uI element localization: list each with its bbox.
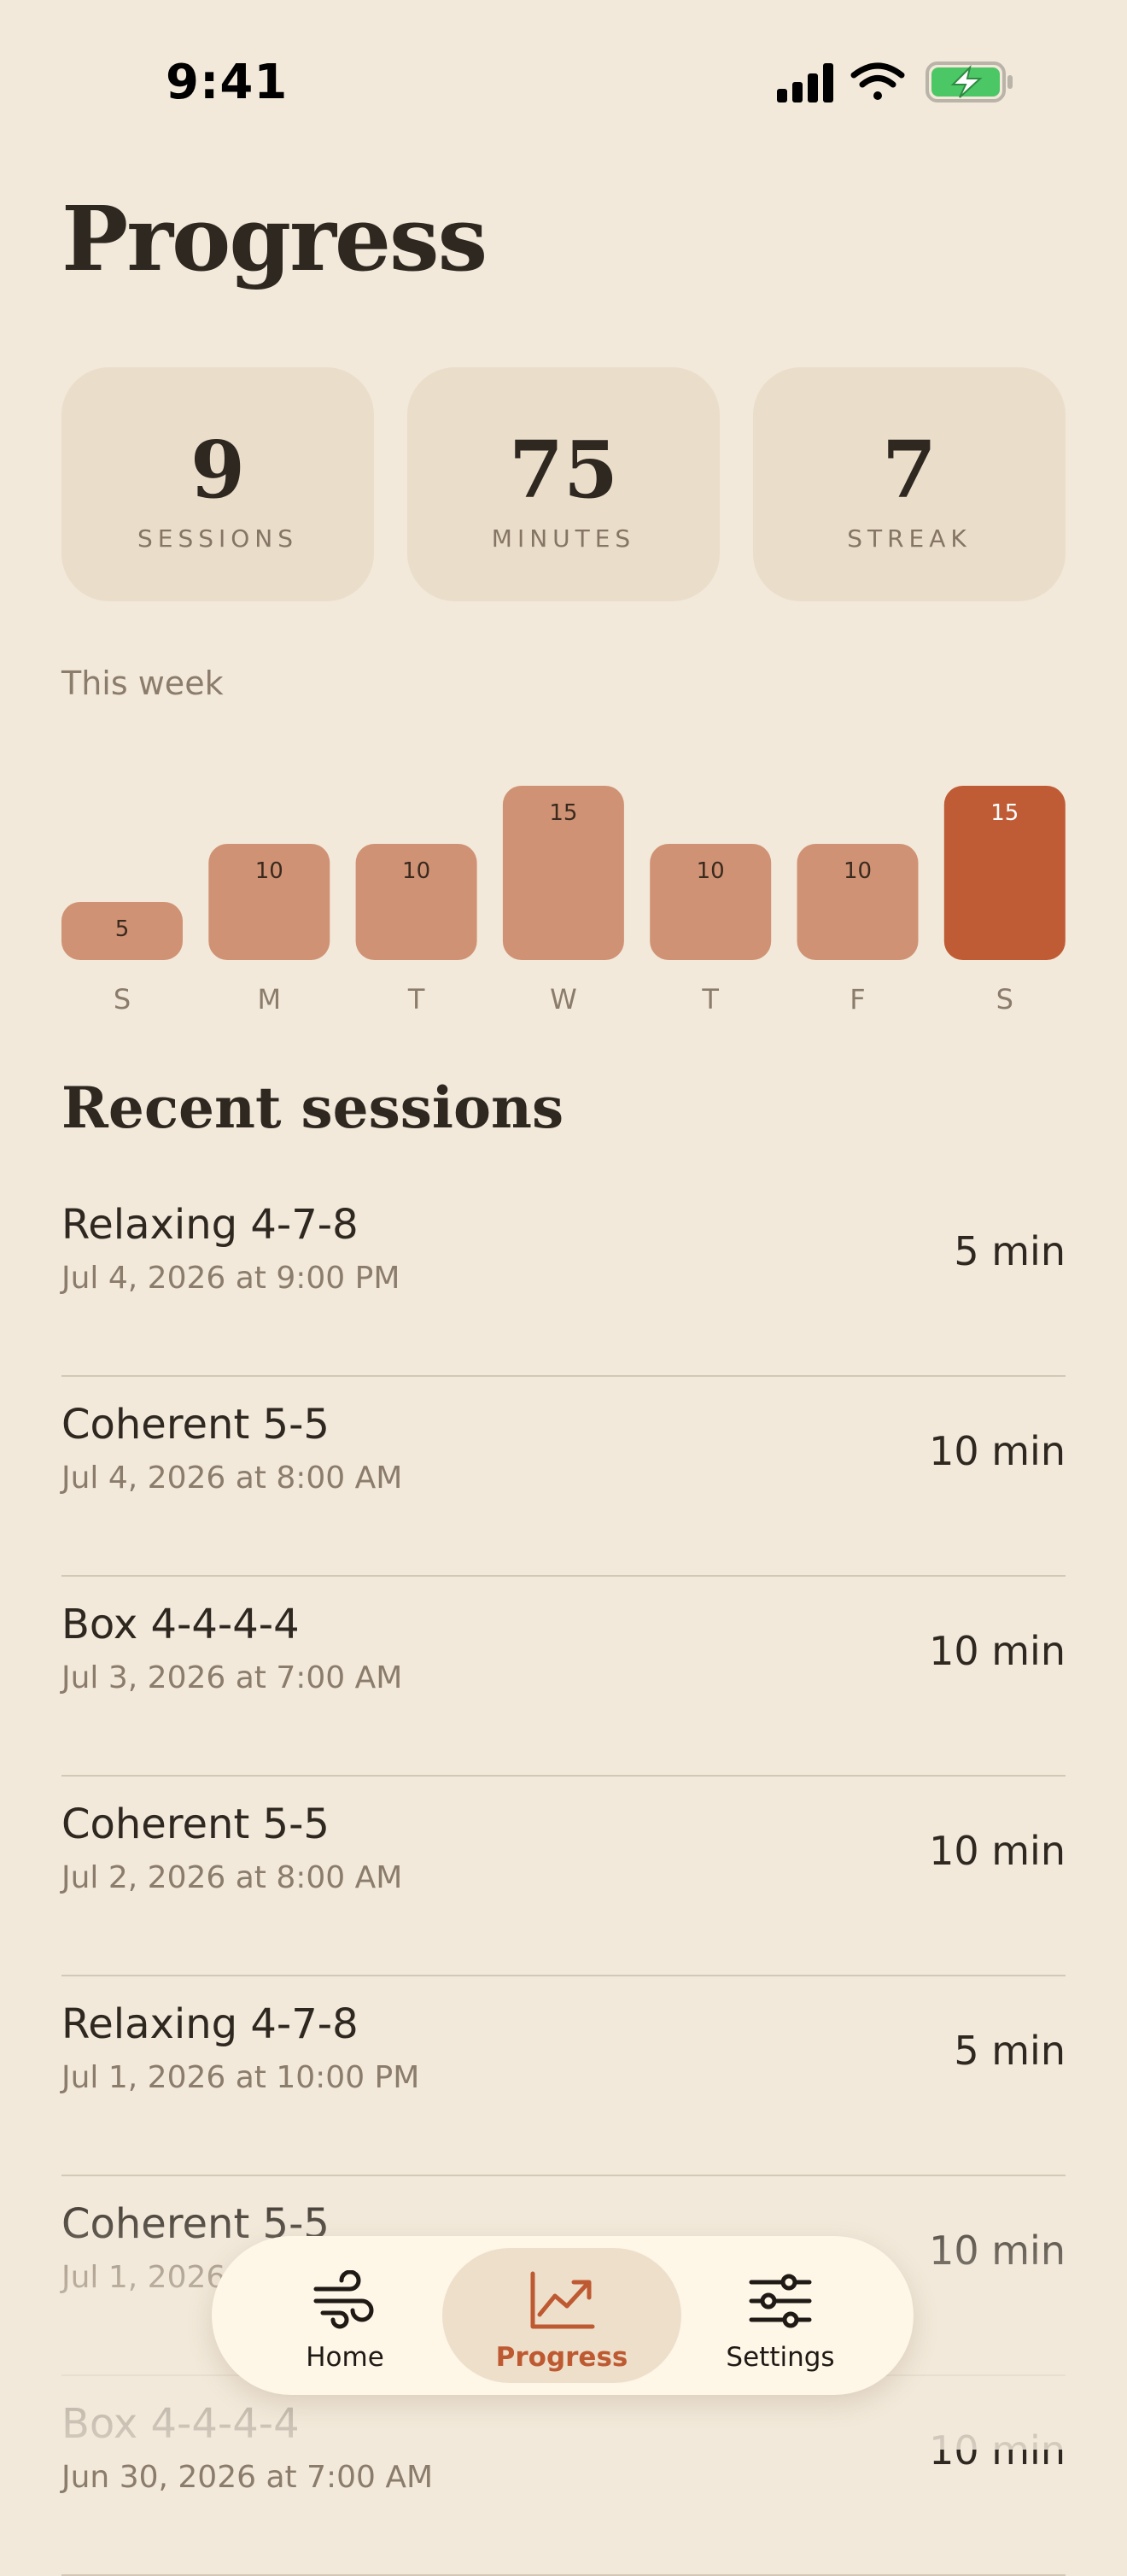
week-label: This week — [61, 664, 224, 702]
chart-value-label: 5 — [115, 916, 130, 942]
chart-value-label: 10 — [255, 858, 283, 884]
session-name: Coherent 5-5 — [61, 1401, 330, 1449]
session-duration: 10 min — [929, 1828, 1066, 1874]
chart-category-label: S — [996, 983, 1013, 1016]
session-row[interactable]: Relaxing 4-7-8 Jul 4, 2026 at 9:00 PM 5 … — [61, 1177, 1066, 1377]
session-row[interactable]: Box 4-4-4-4 Jun 30, 2026 at 7:00 AM 10 m… — [61, 2376, 1066, 2576]
session-duration: 10 min — [929, 1428, 1066, 1474]
stat-card-streak: 7 STREAK — [753, 367, 1066, 601]
session-duration: 10 min — [929, 2228, 1066, 2274]
chart-category-label: W — [550, 983, 577, 1016]
tab-bar: Home Progress Settings — [212, 2236, 914, 2395]
stat-value: 7 — [881, 424, 937, 516]
session-name: Box 4-4-4-4 — [61, 1601, 300, 1648]
tab-label: Home — [306, 2342, 384, 2373]
stat-label: STREAK — [847, 524, 972, 553]
wind-icon — [313, 2270, 374, 2329]
session-name: Box 4-4-4-4 — [61, 2400, 300, 2448]
wifi-icon — [850, 62, 905, 100]
session-row[interactable]: Box 4-4-4-4 Jul 3, 2026 at 7:00 AM 10 mi… — [61, 1577, 1066, 1777]
recent-sessions-title: Recent sessions — [61, 1074, 564, 1141]
tab-home[interactable]: Home — [225, 2248, 464, 2383]
stat-label: MINUTES — [491, 524, 636, 553]
cellular-signal-icon — [777, 63, 833, 102]
session-row[interactable]: Coherent 5-5 Jul 2, 2026 at 8:00 AM 10 m… — [61, 1777, 1066, 1976]
stat-value: 75 — [508, 424, 619, 516]
chart-value-label: 10 — [402, 858, 430, 884]
session-row[interactable]: Coherent 5-5 Jul 4, 2026 at 8:00 AM 10 m… — [61, 1377, 1066, 1577]
chart-value-label: 15 — [549, 800, 577, 826]
page-title: Progress — [61, 186, 488, 291]
stat-label: SESSIONS — [137, 524, 299, 553]
session-duration: 10 min — [929, 2427, 1066, 2474]
session-name: Relaxing 4-7-8 — [61, 2000, 359, 2048]
session-date: Jul 4, 2026 at 8:00 AM — [61, 1461, 403, 1496]
stat-card-minutes: 75 MINUTES — [407, 367, 720, 601]
status-time: 9:41 — [166, 55, 289, 110]
tab-settings[interactable]: Settings — [661, 2248, 900, 2383]
chart-category-label: F — [850, 983, 865, 1016]
chart-trend-icon — [530, 2271, 595, 2329]
status-icons — [777, 61, 1013, 102]
tab-label: Settings — [726, 2342, 835, 2373]
tab-progress[interactable]: Progress — [442, 2248, 681, 2383]
battery-charging-icon — [926, 61, 1013, 102]
status-bar: 9:41 — [0, 0, 1127, 162]
stat-value: 9 — [190, 424, 245, 516]
chart-value-label: 15 — [990, 800, 1019, 826]
chart-category-label: M — [257, 983, 281, 1016]
session-date: Jul 1, 2026 at 10:00 PM — [61, 2060, 420, 2095]
weekly-bar-chart: 5 S 10 M 10 T 15 W 10 T 10 F 15 S — [61, 786, 1066, 1016]
session-row[interactable]: Relaxing 4-7-8 Jul 1, 2026 at 10:00 PM 5… — [61, 1976, 1066, 2176]
session-date: Jun 30, 2026 at 7:00 AM — [61, 2460, 434, 2495]
session-name: Relaxing 4-7-8 — [61, 1201, 359, 1249]
session-date: Jul 3, 2026 at 7:00 AM — [61, 1660, 403, 1695]
chart-category-label: T — [701, 983, 719, 1016]
stats-row: 9 SESSIONS 75 MINUTES 7 STREAK — [61, 367, 1066, 601]
sliders-icon — [749, 2274, 812, 2328]
session-duration: 10 min — [929, 1628, 1066, 1674]
session-date: Jul 2, 2026 at 8:00 AM — [61, 1860, 403, 1895]
stat-card-sessions: 9 SESSIONS — [61, 367, 374, 601]
chart-category-label: T — [407, 983, 425, 1016]
session-duration: 5 min — [954, 1228, 1066, 1274]
chart-category-label: S — [114, 983, 131, 1016]
session-name: Coherent 5-5 — [61, 1800, 330, 1848]
tab-label: Progress — [495, 2342, 628, 2373]
session-date: Jul 4, 2026 at 9:00 PM — [61, 1261, 400, 1296]
chart-value-label: 10 — [844, 858, 872, 884]
session-duration: 5 min — [954, 2028, 1066, 2074]
chart-value-label: 10 — [697, 858, 725, 884]
